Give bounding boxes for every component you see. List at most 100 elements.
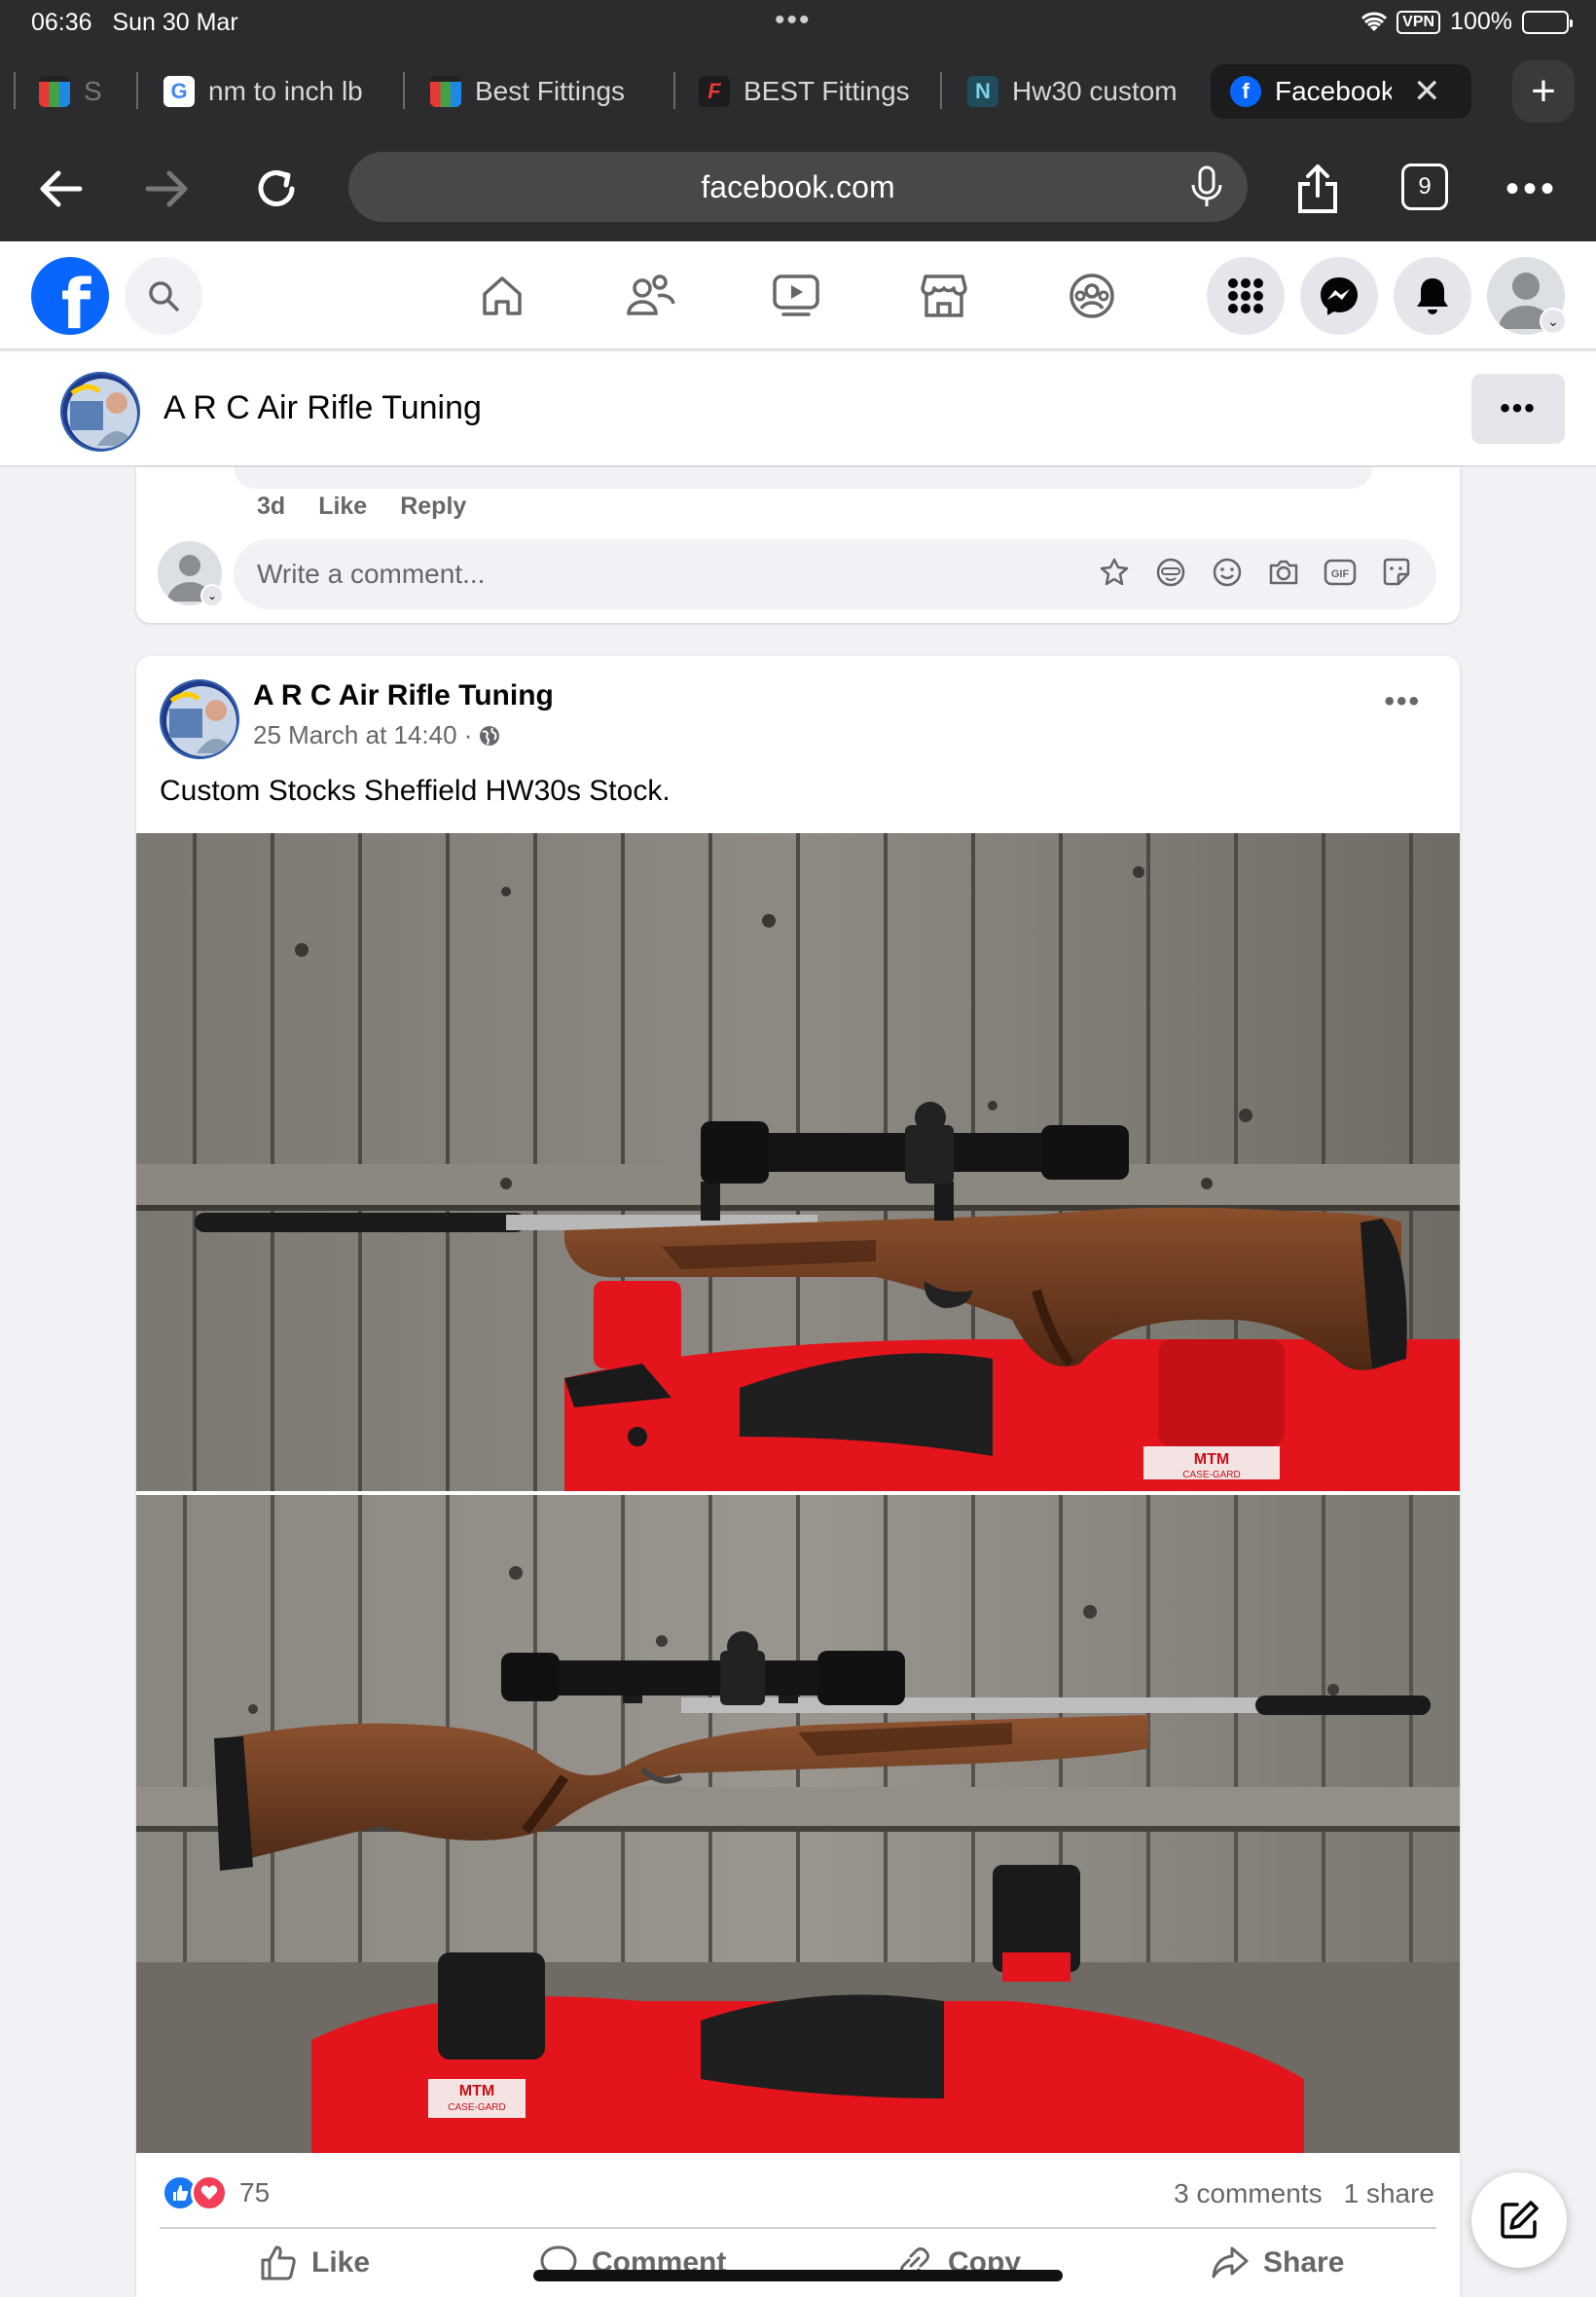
facebook-header: f ⌄ (0, 241, 1596, 350)
post-timestamp[interactable]: 25 March at 14:40 · (253, 720, 501, 750)
status-bar: 06:36 Sun 30 Mar ••• VPN 100% (0, 0, 1596, 47)
tab-overview-button[interactable]: 9 (1401, 164, 1448, 210)
notifications-button[interactable] (1394, 257, 1471, 335)
post-timestamp-text: 25 March at 14:40 · (253, 720, 473, 749)
previous-post-card: 3d Like Reply ⌄ Write a comment... GIF (136, 467, 1460, 623)
multitasking-dots[interactable]: ••• (775, 4, 812, 37)
grid-menu-icon (1228, 278, 1263, 313)
tab-label: Facebook (1275, 76, 1392, 106)
gif-icon[interactable]: GIF (1324, 555, 1357, 590)
reload-icon (258, 170, 295, 206)
like-label: Like (311, 2246, 371, 2279)
nav-marketplace[interactable] (917, 269, 971, 323)
share-arrow-icon (1212, 2246, 1249, 2279)
nav-groups[interactable] (1065, 269, 1119, 323)
comment-like-link[interactable]: Like (318, 492, 367, 521)
more-options-button[interactable]: ••• (1503, 160, 1561, 218)
share-icon (1298, 164, 1337, 213)
address-bar[interactable]: facebook.com (348, 152, 1248, 222)
brand-f-icon: F (699, 76, 730, 107)
tab-separator (673, 72, 675, 109)
love-reaction-icon (191, 2174, 228, 2211)
tab-3[interactable]: Best Fittings (430, 64, 654, 119)
plus-icon: + (1531, 67, 1556, 115)
post-author-name[interactable]: A R C Air Rifle Tuning (253, 679, 554, 712)
share-count-link[interactable]: 1 share (1344, 2178, 1434, 2209)
tab-1[interactable]: S (39, 64, 117, 119)
nav-video[interactable] (769, 269, 823, 323)
comment-bubble (234, 467, 1372, 489)
close-tab-icon[interactable]: ✕ (1413, 72, 1441, 111)
emoji-icon[interactable] (1211, 555, 1244, 590)
casegard-label: CASE-GARD (448, 2102, 505, 2113)
tab-label: nm to inch lb (208, 76, 363, 106)
reactions-summary[interactable]: 75 (162, 2174, 270, 2211)
share-button[interactable]: Share (1211, 2244, 1344, 2281)
chevron-down-icon[interactable]: ⌄ (200, 584, 224, 607)
vpn-badge: VPN (1396, 10, 1441, 34)
search-button[interactable] (125, 257, 202, 335)
new-tab-button[interactable]: + (1512, 60, 1575, 123)
post-more-button[interactable]: ••• (1384, 685, 1421, 718)
tab-label: BEST Fittings (744, 76, 910, 106)
page-avatar[interactable] (60, 372, 140, 452)
page-logo-image (162, 681, 237, 757)
comment-tools: GIF (1098, 555, 1413, 590)
rifle-photo-2: MTM CASE-GARD (136, 1495, 1460, 2153)
comment-input[interactable]: Write a comment... GIF (234, 539, 1436, 609)
bell-icon (1417, 278, 1448, 314)
reload-button[interactable] (247, 160, 306, 218)
microphone-icon[interactable] (1187, 165, 1226, 208)
sticker-icon[interactable] (1380, 555, 1413, 590)
back-button[interactable] (31, 160, 90, 218)
forward-button[interactable] (138, 160, 197, 218)
mtm-label: MTM (459, 2083, 494, 2099)
post-photo-1[interactable]: MTM CASE-GARD (136, 833, 1460, 1491)
like-button[interactable]: Like (259, 2244, 370, 2281)
comment-count-link[interactable]: 3 comments (1174, 2178, 1323, 2209)
avatar-sticker-icon[interactable] (1098, 555, 1131, 590)
globe-icon (480, 725, 500, 746)
comment-reply-link[interactable]: Reply (400, 492, 466, 521)
tab-separator (136, 72, 138, 109)
search-icon (149, 281, 179, 311)
nav-friends[interactable] (623, 269, 677, 323)
chevron-down-icon[interactable]: ⌄ (1540, 308, 1567, 335)
status-time: 06:36 Sun 30 Mar (31, 9, 238, 36)
arrow-right-icon (145, 170, 188, 207)
action-divider (160, 2227, 1436, 2229)
google-icon: G (163, 76, 195, 107)
page-more-button[interactable]: ••• (1471, 374, 1565, 444)
share-page-button[interactable] (1288, 160, 1347, 218)
share-label: Share (1263, 2246, 1345, 2279)
menu-button[interactable] (1207, 257, 1285, 335)
tab-facebook-active[interactable]: f Facebook ✕ (1211, 64, 1471, 119)
messenger-button[interactable] (1300, 257, 1378, 335)
battery-percent: 100% (1450, 8, 1512, 35)
tab-2[interactable]: G nm to inch lb (163, 64, 387, 119)
browser-tab-bar: S G nm to inch lb Best Fittings F BEST F… (0, 47, 1596, 134)
compose-icon (1501, 2201, 1539, 2239)
messenger-icon (1321, 277, 1358, 315)
home-indicator[interactable] (533, 2270, 1063, 2281)
post-photo-2[interactable]: MTM CASE-GARD (136, 1495, 1460, 2153)
tab-4[interactable]: F BEST Fittings (699, 64, 923, 119)
tab-label: S (84, 76, 102, 106)
tab-label: Hw30 custom (1012, 76, 1178, 106)
post-text: Custom Stocks Sheffield HW30s Stock. (160, 775, 671, 807)
page-title[interactable]: A R C Air Rifle Tuning (163, 389, 482, 427)
site-n-icon: N (967, 76, 998, 107)
compose-button[interactable] (1471, 2172, 1567, 2268)
post-author-avatar[interactable] (160, 679, 239, 759)
browser-toolbar: facebook.com 9 ••• (0, 134, 1596, 241)
home-icon (483, 276, 522, 315)
facebook-logo-icon[interactable]: f (31, 257, 109, 335)
nav-home[interactable] (475, 269, 529, 323)
camera-icon[interactable] (1267, 555, 1300, 590)
video-icon (773, 274, 819, 316)
tab-5[interactable]: N Hw30 custom (967, 64, 1183, 119)
tab-separator (14, 72, 16, 109)
avatar-emoji-icon[interactable] (1154, 555, 1187, 590)
svg-text:GIF: GIF (1331, 568, 1350, 580)
mtm-label: MTM (1194, 1451, 1229, 1468)
